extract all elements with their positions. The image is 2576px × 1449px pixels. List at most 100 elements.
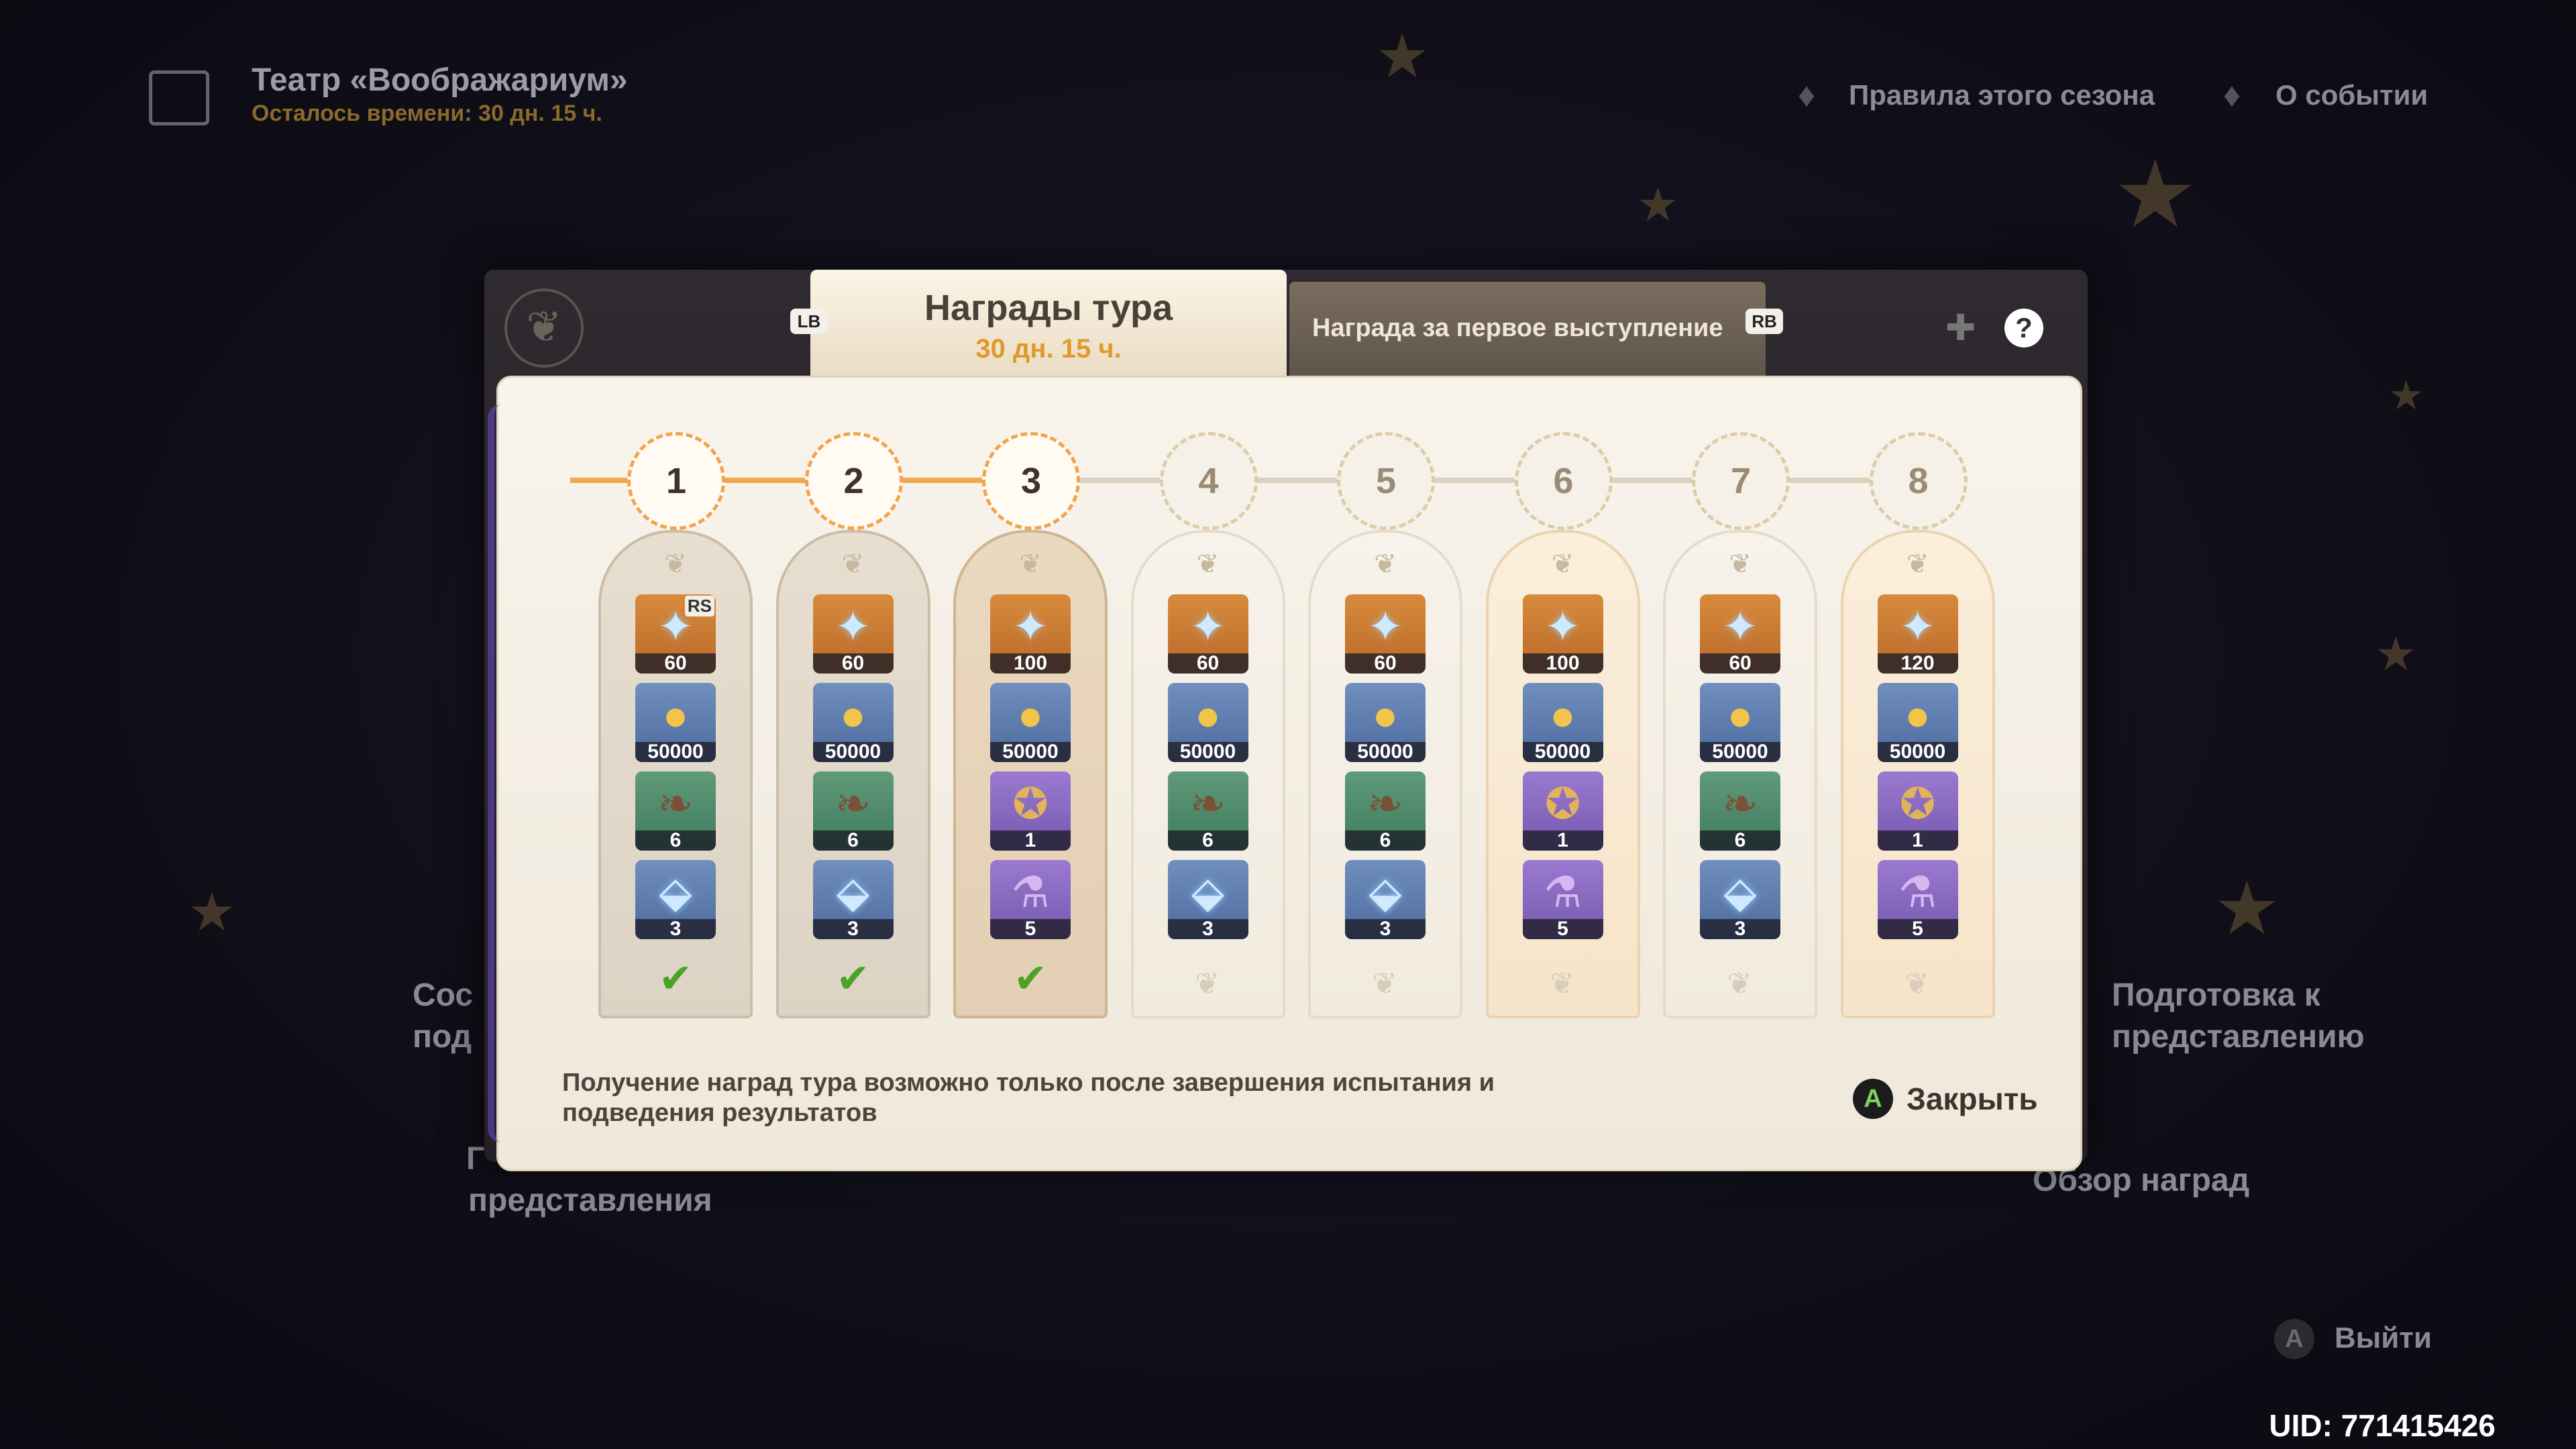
butterfly-icon: ❦ — [1904, 967, 1929, 1000]
primogem-icon: ✦ — [1722, 602, 1758, 651]
reward-item[interactable]: ⬙ 3 — [812, 860, 894, 939]
reward-tier-column[interactable]: ❦ ✦ 100 ● 50000 ✪ 1 ⚗ 5 ✔ — [953, 530, 1108, 1018]
reward-item[interactable]: ⬙ 3 — [1167, 860, 1248, 939]
reward-tier-column[interactable]: ❦ ✦ 60 ● 50000 ❧ 6 ⬙ 3 ❦ — [1663, 530, 1817, 1018]
reward-item[interactable]: ● 50000 — [990, 683, 1071, 762]
reward-item[interactable]: ✦ 60 — [1167, 594, 1248, 674]
tab-first-performance-reward[interactable]: Награда за первое выступление — [1289, 282, 1766, 377]
panel-glow-decoration — [488, 405, 515, 1142]
weapon-ore-icon: ⬙ — [1368, 868, 1402, 916]
mora-icon: ● — [1550, 691, 1576, 739]
reward-item[interactable]: ● 50000 — [1167, 683, 1248, 762]
reward-item[interactable]: ● 50000 — [1345, 683, 1426, 762]
tab-tour-rewards-title: Награды тура — [924, 288, 1173, 328]
tier-node-7: 7 — [1692, 432, 1790, 530]
weapon-ore-icon: ⬙ — [1191, 868, 1225, 916]
reward-item[interactable]: ❧ 6 — [1700, 771, 1780, 851]
reward-quantity: 3 — [1700, 919, 1780, 939]
exit-label[interactable]: Выйти — [2334, 1322, 2432, 1355]
reward-quantity: 100 — [1522, 653, 1603, 674]
butterfly-icon: ❦ — [1551, 549, 1574, 579]
reward-item[interactable]: ❧ 6 — [1345, 771, 1426, 851]
reward-tier-column[interactable]: ❦ ✦ 100 ● 50000 ✪ 1 ⚗ 5 ❦ — [1485, 530, 1640, 1018]
reward-item[interactable]: ⬙ 3 — [1700, 860, 1780, 939]
reward-item[interactable]: ⚗ 5 — [1522, 860, 1603, 939]
reward-quantity: 5 — [1522, 919, 1603, 939]
reward-item[interactable]: ⚗ 5 — [1877, 860, 1958, 939]
reward-item[interactable]: ✦ 100 — [990, 594, 1071, 674]
tier-node-3: 3 — [982, 432, 1080, 530]
reward-quantity: 3 — [812, 919, 894, 939]
uid-label: UID: 771415426 — [2269, 1408, 2496, 1443]
butterfly-icon: ❦ — [1195, 967, 1220, 1000]
reward-item[interactable]: ● 50000 — [1700, 683, 1780, 762]
tier-node-4: 4 — [1159, 432, 1258, 530]
star-decoration: ★ — [2113, 142, 2198, 247]
reward-tier-column[interactable]: ❦ ✦ 60 RS ● 50000 ❧ 6 ⬙ 3 ✔ — [598, 530, 753, 1018]
reward-tier-column[interactable]: ❦ ✦ 120 ● 50000 ✪ 1 ⚗ 5 ❦ — [1840, 530, 1995, 1018]
close-button[interactable]: A Закрыть — [1853, 1079, 2038, 1119]
reward-item[interactable]: ✪ 1 — [990, 771, 1071, 851]
reward-tier-column[interactable]: ❦ ✦ 60 ● 50000 ❧ 6 ⬙ 3 ✔ — [775, 530, 930, 1018]
reward-quantity: 60 — [1167, 653, 1248, 674]
reward-item[interactable]: ✦ 60 — [812, 594, 894, 674]
reward-quantity: 50000 — [1877, 742, 1958, 762]
rb-bumper-icon: RB — [1746, 309, 1783, 334]
reward-item[interactable]: ● 50000 — [635, 683, 716, 762]
reward-item[interactable]: ❧ 6 — [812, 771, 894, 851]
reward-item[interactable]: ✦ 100 — [1522, 594, 1603, 674]
star-decoration: ★ — [2388, 373, 2424, 418]
event-info-link[interactable]: О событии — [2275, 79, 2428, 111]
reward-item[interactable]: ❧ 6 — [1167, 771, 1248, 851]
reward-item[interactable]: ⬙ 3 — [1345, 860, 1426, 939]
star-decoration: ★ — [1375, 23, 1430, 91]
reward-quantity: 50000 — [1167, 742, 1248, 762]
primogem-icon: ✦ — [1367, 602, 1403, 651]
reward-quantity: 60 — [1345, 653, 1426, 674]
reward-item[interactable]: ● 50000 — [812, 683, 894, 762]
reward-item[interactable]: ✪ 1 — [1522, 771, 1603, 851]
tier-node-6: 6 — [1514, 432, 1613, 530]
primogem-icon: ✦ — [1012, 602, 1049, 651]
reward-tier-column[interactable]: ❦ ✦ 60 ● 50000 ❧ 6 ⬙ 3 ❦ — [1308, 530, 1462, 1018]
reward-quantity: 120 — [1877, 653, 1958, 674]
mora-icon: ● — [840, 691, 866, 739]
butterfly-icon: ❦ — [1019, 549, 1042, 579]
tier-node-2: 2 — [804, 432, 903, 530]
reward-quantity: 5 — [990, 919, 1071, 939]
reward-quantity: 50000 — [1345, 742, 1426, 762]
rs-badge: RS — [684, 596, 714, 616]
bg-menu-label: Г — [466, 1141, 485, 1177]
star-decoration: ★ — [2375, 628, 2417, 680]
reward-item[interactable]: ⚗ 5 — [990, 860, 1071, 939]
butterfly-icon: ❦ — [1906, 549, 1929, 579]
reward-item[interactable]: ✦ 60 — [1345, 594, 1426, 674]
close-label: Закрыть — [1907, 1081, 2038, 1116]
talent-scroll-icon: ❧ — [657, 780, 694, 828]
season-rules-link[interactable]: Правила этого сезона — [1849, 79, 2155, 111]
reward-quantity: 6 — [812, 830, 894, 851]
reward-quantity: 50000 — [990, 742, 1071, 762]
reward-item[interactable]: ● 50000 — [1877, 683, 1958, 762]
reward-item[interactable]: ✦ 120 — [1877, 594, 1958, 674]
tier-node-5: 5 — [1337, 432, 1435, 530]
reward-item[interactable]: ⬙ 3 — [635, 860, 716, 939]
mora-icon: ● — [662, 691, 689, 739]
reward-tier-column[interactable]: ❦ ✦ 60 ● 50000 ❧ 6 ⬙ 3 ❦ — [1130, 530, 1285, 1018]
butterfly-emblem-icon: ❦ — [504, 288, 584, 368]
primogem-icon: ✦ — [1899, 602, 1936, 651]
reward-item[interactable]: ✦ 60 RS — [635, 594, 716, 674]
tab-tour-rewards[interactable]: Награды тура 30 дн. 15 ч. — [810, 270, 1287, 377]
butterfly-icon: ❦ — [1727, 967, 1752, 1000]
mora-icon: ● — [1195, 691, 1221, 739]
reward-quantity: 60 — [1700, 653, 1780, 674]
bg-menu-label: Подготовка к — [2112, 977, 2320, 1013]
help-icon[interactable]: ? — [2004, 309, 2043, 347]
reward-quantity: 6 — [1700, 830, 1780, 851]
a-button-icon: A — [1853, 1079, 1893, 1119]
reward-item[interactable]: ✦ 60 — [1700, 594, 1780, 674]
reward-item[interactable]: ✪ 1 — [1877, 771, 1958, 851]
butterfly-icon: ❦ — [1372, 967, 1397, 1000]
reward-item[interactable]: ❧ 6 — [635, 771, 716, 851]
reward-item[interactable]: ● 50000 — [1522, 683, 1603, 762]
